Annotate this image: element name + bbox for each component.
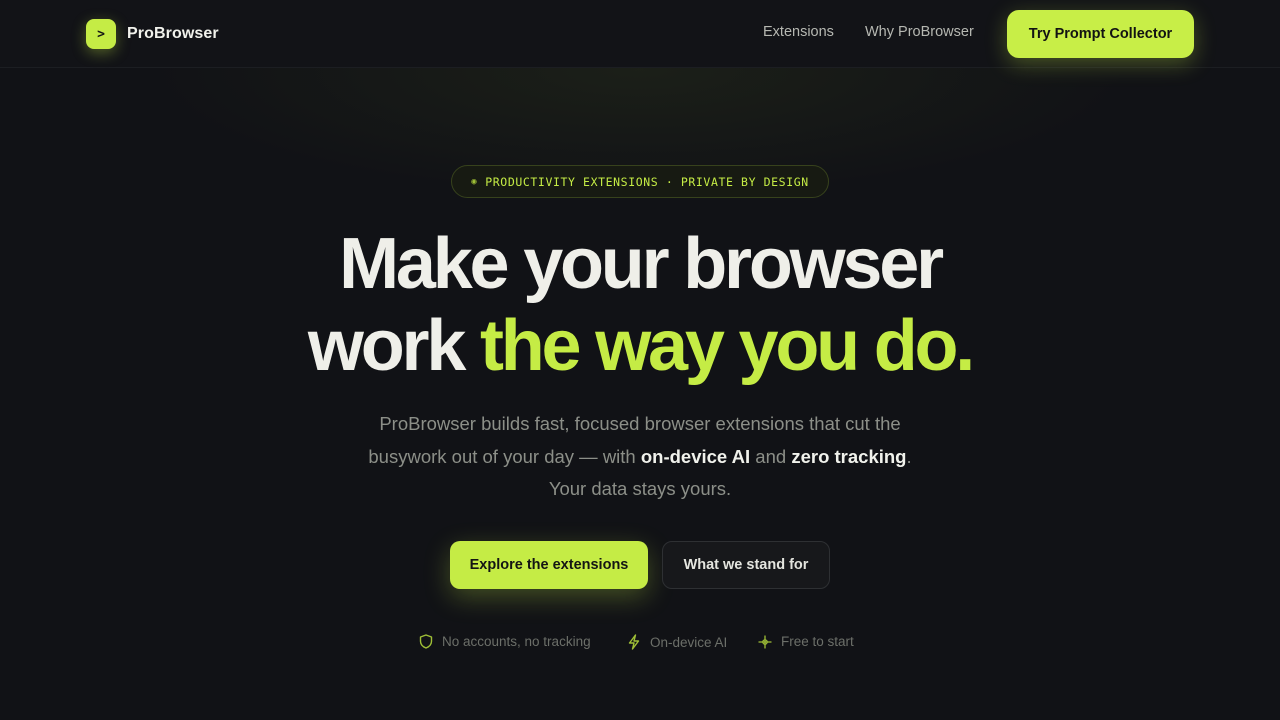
tagline-text: PRODUCTIVITY EXTENSIONS · PRIVATE BY DES… [485, 174, 809, 189]
feature-no-tracking: No accounts, no tracking [419, 634, 591, 649]
what-we-stand-for-button[interactable]: What we stand for [662, 541, 830, 589]
emphasis-on-device-ai: on-device AI [640, 445, 751, 467]
description-text: busywork out of your day — with [368, 445, 641, 467]
headline-plain: work [307, 306, 480, 386]
description-line-3: Your data stays yours. [548, 478, 732, 499]
feature-free-to-start: Free to start [758, 634, 854, 649]
hero-description: ProBrowser builds fast, focused browser … [300, 408, 980, 506]
emphasis-zero-tracking: zero tracking [791, 445, 907, 467]
feature-label: On-device AI [650, 634, 728, 650]
feature-label: Free to start [781, 634, 854, 649]
description-line-2: busywork out of your day — with on-devic… [300, 441, 980, 474]
tagline-pill: ◉ PRODUCTIVITY EXTENSIONS · PRIVATE BY D… [451, 165, 829, 198]
headline-line-1: Make your browser [339, 224, 944, 304]
dot-icon: ◉ [471, 176, 478, 187]
sparkle-icon [758, 634, 772, 649]
description-line-1: ProBrowser builds fast, focused browser … [379, 413, 901, 434]
brand-home-link[interactable]: > ProBrowser [86, 19, 219, 49]
feature-on-device-ai: On-device AI [627, 634, 727, 650]
top-navbar: > ProBrowser Extensions Why ProBrowser T… [0, 0, 1280, 68]
brand-name: ProBrowser [127, 25, 219, 42]
description-text: . [906, 445, 912, 467]
try-prompt-collector-button[interactable]: Try Prompt Collector [1007, 10, 1194, 58]
explore-extensions-button[interactable]: Explore the extensions [450, 541, 648, 589]
headline-line-2: work the way you do. [0, 310, 1280, 382]
lightning-icon [628, 634, 640, 650]
nav-link-why-probrowser[interactable]: Why ProBrowser [865, 24, 974, 40]
shield-icon [419, 634, 433, 649]
nav-link-extensions[interactable]: Extensions [763, 24, 834, 40]
headline-accent: the way you do. [479, 306, 975, 386]
terminal-prompt-icon: > [86, 19, 116, 49]
feature-label: No accounts, no tracking [442, 634, 591, 649]
description-text: and [750, 445, 792, 467]
